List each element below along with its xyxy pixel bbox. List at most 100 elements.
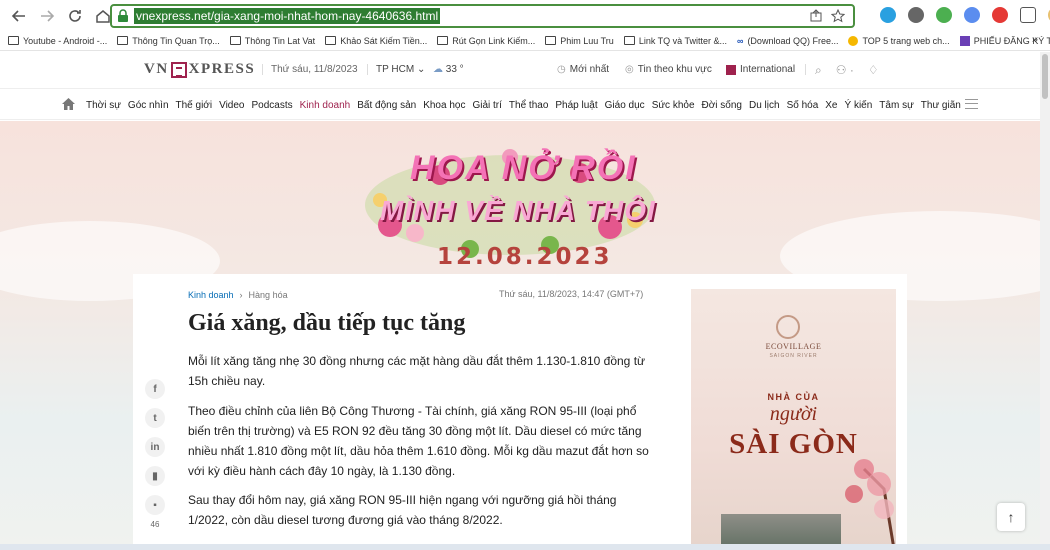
scroll-to-top-button[interactable]: ↑ xyxy=(997,503,1025,531)
scrollbar[interactable] xyxy=(1040,52,1050,550)
article-title: Giá xăng, dầu tiếp tục tăng xyxy=(188,310,466,336)
search-icon[interactable]: ⌕ xyxy=(815,63,822,78)
city-selector[interactable]: TP HCM ⌄ xyxy=(367,64,425,75)
share-icon[interactable] xyxy=(809,9,823,23)
site-logo[interactable]: VN XPRESS xyxy=(144,61,255,78)
nav-item[interactable]: Xe xyxy=(825,100,837,111)
weather: ☁ 33 ° xyxy=(433,64,464,75)
nav-item[interactable]: Thế giới xyxy=(176,100,213,111)
blossom-tree-illustration xyxy=(845,459,896,549)
bookmark-item[interactable]: Thông Tin Quan Trọ... xyxy=(117,36,220,46)
comment-icon[interactable]: ▪ xyxy=(145,495,165,515)
breadcrumb-sub-link[interactable]: Hàng hóa xyxy=(249,290,288,300)
sidebar-ad[interactable]: ECOVILLAGE SAIGON RIVER NHÀ CỦA người SÀ… xyxy=(691,289,896,550)
puzzle-icon[interactable] xyxy=(1020,7,1036,23)
extension-icon[interactable] xyxy=(992,7,1008,23)
nav-item[interactable]: Giáo dục xyxy=(605,100,645,111)
clock-icon: ◷ xyxy=(557,64,566,75)
nav-item[interactable]: Video xyxy=(219,100,244,111)
breadcrumb: Kinh doanh › Hàng hóa xyxy=(188,290,288,300)
nav-item[interactable]: Khoa học xyxy=(423,100,465,111)
url-text: vnexpress.net/gia-xang-moi-nhat-hom-nay-… xyxy=(134,8,441,24)
back-icon[interactable] xyxy=(8,5,30,27)
folder-icon xyxy=(117,36,129,45)
nav-item[interactable]: Podcasts xyxy=(252,100,293,111)
bell-icon[interactable]: ♢ xyxy=(868,63,879,78)
nav-item[interactable]: Kinh doanh xyxy=(300,100,351,111)
nav-item[interactable]: Thời sự xyxy=(86,100,121,111)
folder-icon xyxy=(229,36,241,45)
bookmarks-more-button[interactable]: » xyxy=(1032,34,1038,46)
site-header: VN XPRESS Thứ sáu, 11/8/2023 TP HCM ⌄ ☁ … xyxy=(0,52,1040,89)
linkedin-icon[interactable]: in xyxy=(145,437,165,457)
nav-item[interactable]: Bất động sản xyxy=(357,100,416,111)
nav-items: Thời sự Góc nhìn Thế giới Video Podcasts Kinh… xyxy=(86,100,961,111)
extension-icon[interactable] xyxy=(964,7,980,23)
scrollbar-thumb[interactable] xyxy=(1042,54,1048,99)
star-icon[interactable] xyxy=(831,9,845,23)
nav-item[interactable]: Sức khỏe xyxy=(652,100,695,111)
ad-line: NHÀ CỦA xyxy=(767,392,820,402)
nav-item[interactable]: Tâm sự xyxy=(879,100,913,111)
nav-item[interactable]: Pháp luật xyxy=(555,100,597,111)
user-icon[interactable]: ⚇ · xyxy=(836,63,854,78)
folder-icon xyxy=(8,36,19,45)
folder-icon xyxy=(545,36,557,45)
extension-icon[interactable] xyxy=(908,7,924,23)
international-icon xyxy=(726,64,736,75)
bookmark-item[interactable]: ∞ (Download QQ) Free... xyxy=(737,36,838,46)
bookmarks-bar: Youtube - Android -... Thông Tin Quan Tr… xyxy=(0,31,1050,51)
location-icon: ◎ xyxy=(625,64,634,75)
bookmark-item[interactable]: TOP 5 trang web ch... xyxy=(848,35,950,46)
ad-brand: ECOVILLAGE xyxy=(765,342,822,351)
breadcrumb-section-link[interactable]: Kinh doanh xyxy=(188,290,234,300)
article-paragraph: Sau thay đổi hôm nay, giá xăng RON 95-II… xyxy=(188,493,617,527)
nav-item[interactable]: Ý kiến xyxy=(845,100,873,111)
reload-icon[interactable] xyxy=(64,5,86,27)
folder-icon xyxy=(437,36,449,45)
header-actions: ⌕ ⚇ · ♢ xyxy=(815,63,879,78)
chevron-down-icon: ⌄ xyxy=(416,64,426,75)
nav-item[interactable]: Đời sống xyxy=(702,100,742,111)
bookmark-item[interactable]: Khảo Sát Kiếm Tiền... xyxy=(325,36,427,46)
nav-item[interactable]: Giải trí xyxy=(472,100,501,111)
facebook-icon[interactable]: f xyxy=(145,379,165,399)
nav-item[interactable]: Số hóa xyxy=(787,100,819,111)
extension-icon[interactable] xyxy=(936,7,952,23)
banner-title: HOA NỞ RỒI xyxy=(410,149,637,187)
taskbar xyxy=(0,544,1050,550)
arrow-up-icon: ↑ xyxy=(1007,509,1015,525)
twitter-icon[interactable]: t xyxy=(145,408,165,428)
region-news-link[interactable]: ◎ Tin theo khu vực xyxy=(625,64,712,75)
main-nav: Thời sự Góc nhìn Thế giới Video Podcasts Kinh… xyxy=(0,90,1040,120)
bookmark-item[interactable]: Link TQ và Twitter &... xyxy=(623,36,727,46)
bookmark-item[interactable]: Phim Luu Tru xyxy=(545,36,614,46)
bookmark-item[interactable]: Youtube - Android -... xyxy=(8,36,107,46)
bookmark-icon[interactable]: ▮ xyxy=(145,466,165,486)
nav-item[interactable]: Thể thao xyxy=(509,100,548,111)
ad-line: người xyxy=(769,403,818,425)
weather-icon: ☁ xyxy=(433,64,443,75)
international-link[interactable]: International xyxy=(726,64,807,75)
bookmark-item[interactable]: Thông Tin Lat Vat xyxy=(229,36,315,46)
folder-icon xyxy=(623,36,635,45)
bookmark-logo-icon: ∞ xyxy=(737,35,744,46)
nav-item[interactable]: Thư giãn xyxy=(921,100,961,111)
latest-news-link[interactable]: ◷ Mới nhất xyxy=(557,64,609,75)
banner-date: 12.08.2023 xyxy=(437,244,613,270)
form-icon xyxy=(959,35,970,46)
bookmark-item[interactable]: Rút Gọn Link Kiếm... xyxy=(437,36,535,46)
extension-icon[interactable] xyxy=(880,7,896,23)
lock-icon xyxy=(116,9,130,23)
folder-icon xyxy=(325,36,337,45)
menu-icon[interactable] xyxy=(965,99,978,109)
article-paragraph: Theo điều chỉnh của liên Bộ Công Thương … xyxy=(188,404,649,478)
home-icon[interactable] xyxy=(62,98,75,110)
article-time: Thứ sáu, 11/8/2023, 14:47 (GMT+7) xyxy=(499,289,644,299)
address-bar[interactable]: vnexpress.net/gia-xang-moi-nhat-hom-nay-… xyxy=(110,4,855,28)
nav-item[interactable]: Góc nhìn xyxy=(128,100,169,111)
nav-item[interactable]: Du lịch xyxy=(749,100,780,111)
forward-icon[interactable] xyxy=(36,5,58,27)
chevron-right-icon: › xyxy=(239,290,243,300)
browser-toolbar: vnexpress.net/gia-xang-moi-nhat-hom-nay-… xyxy=(0,0,1050,31)
